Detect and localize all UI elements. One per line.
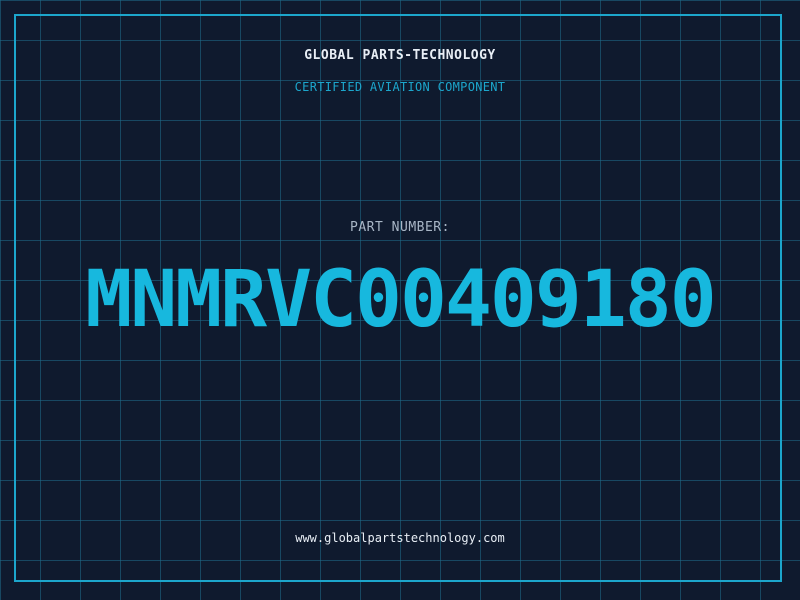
certification-subtitle: CERTIFIED AVIATION COMPONENT xyxy=(294,80,506,94)
website-url: www.globalpartstechnology.com xyxy=(295,531,505,545)
part-number-value: MNMRVC00409180 xyxy=(85,255,716,345)
part-number-label: PART NUMBER: xyxy=(350,220,450,235)
company-name: GLOBAL PARTS-TECHNOLOGY xyxy=(304,48,496,63)
part-label-card: GLOBAL PARTS-TECHNOLOGY CERTIFIED AVIATI… xyxy=(0,0,800,600)
